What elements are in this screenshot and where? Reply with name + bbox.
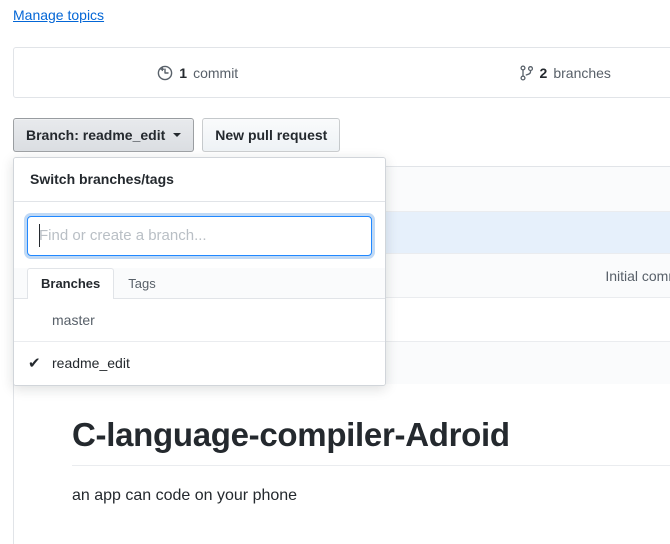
branch-item-readme-edit[interactable]: ✔ readme_edit bbox=[14, 342, 385, 385]
chevron-down-icon bbox=[173, 133, 182, 137]
summary-item-commits: 1 commit bbox=[14, 48, 382, 97]
branch-select-button[interactable]: Branch: readme_edit bbox=[13, 118, 195, 152]
branch-filter-area bbox=[14, 201, 385, 268]
check-icon: ✔ bbox=[28, 354, 41, 372]
branch-filter-input[interactable] bbox=[27, 215, 372, 256]
branches-link[interactable]: 2 branches bbox=[519, 64, 611, 81]
branch-item-label: master bbox=[52, 311, 95, 328]
branches-count: 2 bbox=[539, 64, 548, 81]
commits-label: commit bbox=[193, 64, 239, 81]
branch-item-label: readme_edit bbox=[52, 355, 130, 372]
readme-panel: C-language-compiler-Adroid an app can co… bbox=[13, 384, 670, 544]
git-branch-icon bbox=[519, 64, 534, 81]
text-cursor bbox=[39, 223, 40, 247]
new-pull-request-label: New pull request bbox=[215, 127, 328, 143]
branch-menu-tabs: Branches Tags bbox=[14, 267, 385, 299]
branch-toolbar: Branch: readme_edit New pull request bbox=[13, 118, 341, 152]
tab-tags[interactable]: Tags bbox=[114, 268, 169, 299]
manage-topics-link[interactable]: Manage topics bbox=[13, 5, 104, 25]
branch-item-master[interactable]: master bbox=[14, 299, 385, 342]
branch-filter-wrap bbox=[27, 215, 372, 256]
tab-branches[interactable]: Branches bbox=[27, 267, 115, 299]
commits-count: 1 bbox=[179, 64, 188, 81]
history-icon bbox=[157, 65, 173, 81]
branch-select-button-label: Branch: readme_edit bbox=[26, 127, 166, 143]
readme-body-text: an app can code on your phone bbox=[72, 487, 298, 505]
branch-menu-title: Switch branches/tags bbox=[14, 158, 385, 202]
numbers-summary-list: 1 commit 2 branches bbox=[14, 48, 670, 97]
branches-label: branches bbox=[553, 64, 611, 81]
new-pull-request-button[interactable]: New pull request bbox=[202, 118, 341, 152]
page-title: C-language-compiler-Adroid bbox=[72, 414, 670, 467]
summary-item-branches: 2 branches bbox=[382, 48, 670, 97]
repository-page: Manage topics 1 commit 2 branches Initia… bbox=[0, 0, 670, 544]
commits-link[interactable]: 1 commit bbox=[157, 65, 238, 81]
branch-list: master ✔ readme_edit bbox=[14, 298, 385, 385]
commit-message: Initial commit bbox=[605, 267, 670, 284]
branch-select-menu: Switch branches/tags Branches Tags maste… bbox=[13, 157, 386, 386]
repository-summary-bar: 1 commit 2 branches bbox=[13, 47, 670, 98]
